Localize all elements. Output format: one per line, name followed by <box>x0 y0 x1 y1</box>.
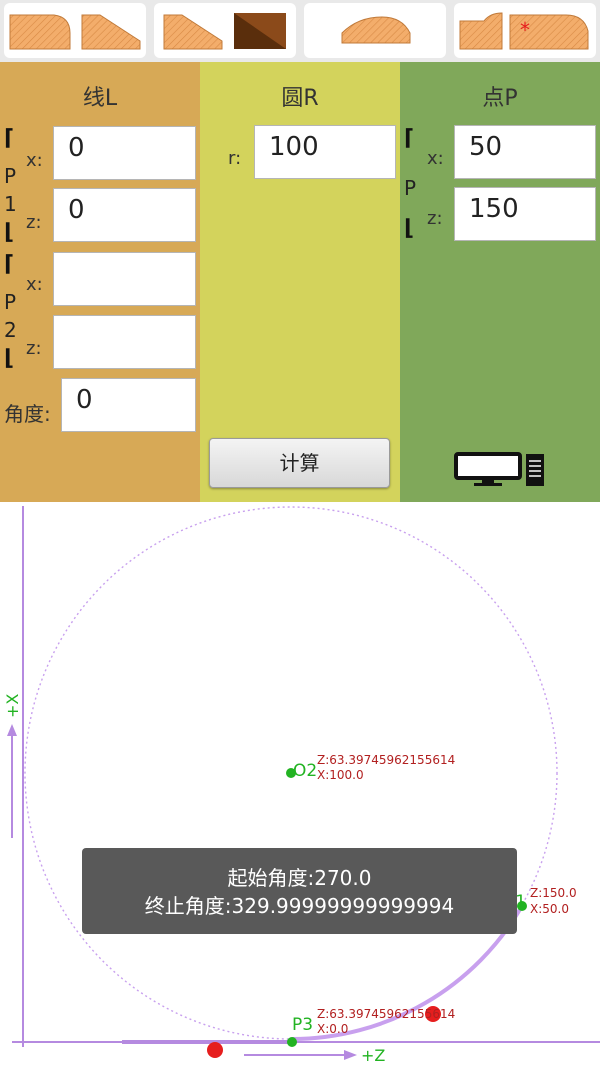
tab-curve[interactable]: * <box>454 3 596 58</box>
p1-bracket-bottom: ⌊ <box>4 220 15 245</box>
z-arrow-head <box>344 1050 357 1060</box>
circle-panel-title: 圆R <box>281 86 319 111</box>
p2-bracket-bottom: ⌊ <box>4 346 15 371</box>
p1-bracket-top: ⌈ <box>4 126 15 151</box>
bevel-line-shapes-icon <box>163 13 286 50</box>
x-axis-label: +X <box>3 694 22 718</box>
p1-z-label: z: <box>26 212 42 233</box>
p1-x-label: x: <box>26 150 43 171</box>
shape-tab-bar: * <box>0 0 600 62</box>
curve-shapes-icon: * <box>459 12 589 50</box>
radius-label: r: <box>228 148 242 169</box>
x-arrow-head <box>7 724 17 736</box>
p1-label: P 1 <box>4 164 17 216</box>
p2-bracket-top: ⌈ <box>4 252 15 277</box>
start-angle-text: 起始角度:270.0 <box>227 866 372 890</box>
selected-marker-text: * <box>520 18 530 42</box>
p2-z-input[interactable] <box>53 315 196 369</box>
tab-arc[interactable] <box>304 3 446 58</box>
point-x-label: x: <box>427 148 444 169</box>
o2-z-coordinate: Z:63.39745962155614 <box>317 753 455 767</box>
end-angle-text: 终止角度:329.99999999999994 <box>144 894 455 918</box>
p1-z-coordinate: Z:150.0 <box>530 886 577 900</box>
p3-point <box>287 1037 297 1047</box>
z-axis-label: +Z <box>361 1046 385 1065</box>
o2-x-coordinate: X:100.0 <box>317 768 364 782</box>
p3-z-coordinate: Z:63.39745962155614 <box>317 1007 455 1021</box>
result-toast: 起始角度:270.0 终止角度:329.99999999999994 <box>82 848 517 934</box>
p-bracket-bottom: ⌊ <box>404 216 415 241</box>
arc-shape-icon <box>341 16 411 44</box>
p-label: P <box>404 176 417 200</box>
p2-x-label: x: <box>26 274 43 295</box>
point-panel-title: 点P <box>482 86 518 111</box>
p1-x-input[interactable]: 0 <box>53 126 196 180</box>
angle-input[interactable]: 0 <box>61 378 196 432</box>
computer-icon[interactable] <box>454 452 548 488</box>
calculate-button[interactable]: 计算 <box>209 438 390 488</box>
point-x-input[interactable]: 50 <box>454 125 596 179</box>
point-z-input[interactable]: 150 <box>454 187 596 241</box>
point-panel: 点P ⌈ P ⌊ x: 50 z: 150 <box>400 62 600 502</box>
line-panel: 线L ⌈ P 1 ⌊ x: 0 z: 0 ⌈ P 2 ⌊ x: z: 角度: 0 <box>0 62 200 502</box>
point-z-label: z: <box>427 208 443 229</box>
p1-x-coordinate: X:50.0 <box>530 902 569 916</box>
p2-x-input[interactable] <box>53 252 196 306</box>
p-bracket-top: ⌈ <box>404 126 415 151</box>
p2-label: P 2 <box>4 290 17 342</box>
circle-panel: 圆R r: 100 计算 <box>200 62 400 502</box>
p3-point-label: P3 <box>292 1015 313 1035</box>
p1-z-input[interactable]: 0 <box>53 188 196 242</box>
line-panel-title: 线L <box>82 86 118 111</box>
p3-x-coordinate: X:0.0 <box>317 1022 348 1036</box>
drawing-canvas[interactable]: +X +Z O2 Z:63.39745962155614 X:100.0 P1 … <box>0 502 600 1067</box>
corner-bevel-shapes-icon <box>9 14 141 50</box>
red-marker-point <box>207 1042 223 1058</box>
tab-bevel-line[interactable] <box>154 3 296 58</box>
angle-label: 角度: <box>4 402 51 426</box>
o2-label: O2 <box>293 761 317 781</box>
tab-corner-bevel[interactable] <box>4 3 146 58</box>
p2-z-label: z: <box>26 338 42 359</box>
radius-input[interactable]: 100 <box>254 125 396 179</box>
